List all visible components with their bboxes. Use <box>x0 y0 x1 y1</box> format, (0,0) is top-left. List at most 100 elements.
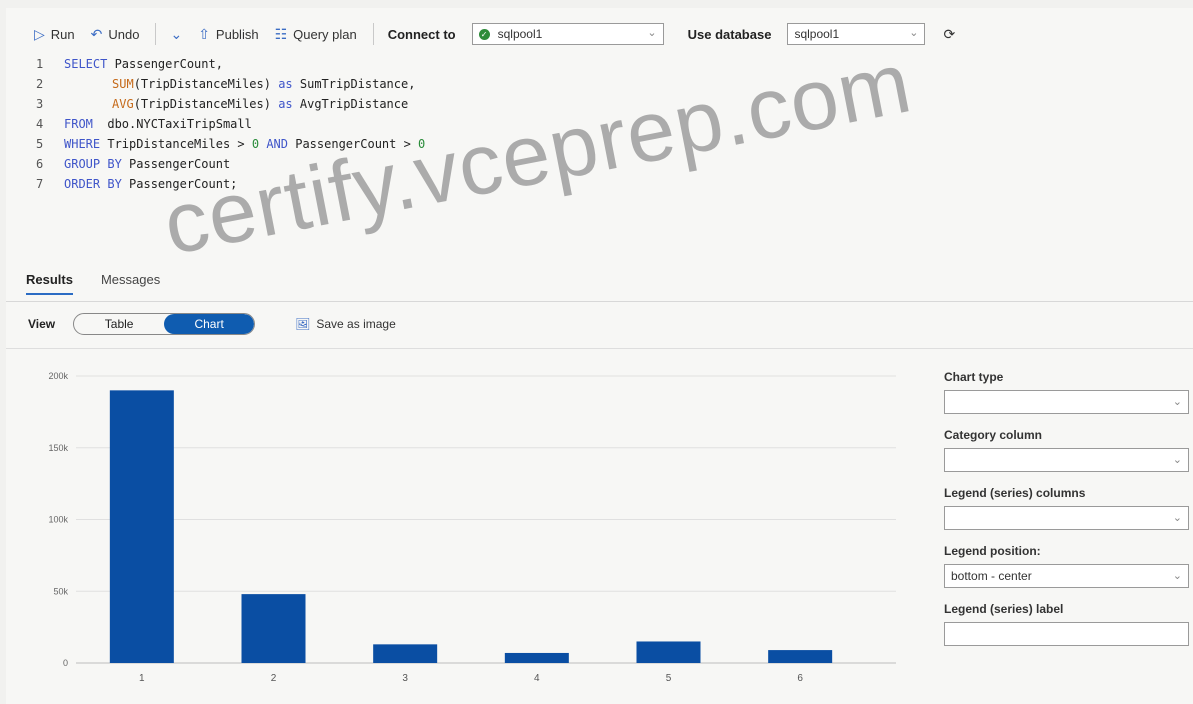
code-line: 7 ORDER BY PassengerCount; <box>36 174 425 194</box>
tab-results[interactable]: Results <box>26 272 73 295</box>
x-tick-label: 1 <box>139 673 145 684</box>
chevron-down-icon: ⌄ <box>909 27 919 39</box>
y-tick-label: 0 <box>63 658 68 668</box>
run-button[interactable]: ▷ Run <box>34 26 75 43</box>
keyword: ORDER BY <box>64 177 122 191</box>
legend-position-select[interactable]: bottom - center ⌄ <box>944 564 1189 588</box>
refresh-icon: ⟳ <box>943 25 956 42</box>
line-number: 2 <box>36 77 44 91</box>
legend-series-label-label: Legend (series) label <box>944 602 1064 616</box>
code-line: 1 SELECT PassengerCount, <box>36 54 425 74</box>
code-text: PassengerCount; <box>121 177 238 191</box>
query-plan-label: Query plan <box>293 26 357 42</box>
y-tick-label: 150k <box>48 443 68 453</box>
chevron-down-icon: ⌄ <box>1172 454 1182 466</box>
line-number: 5 <box>36 137 44 151</box>
code-text: PassengerCount, <box>107 57 223 71</box>
connect-to-label: Connect to <box>387 26 456 42</box>
table-view-button[interactable]: Table <box>74 314 164 334</box>
query-plan-icon: ☷ <box>274 25 288 42</box>
image-icon: 🖼 <box>295 317 311 331</box>
legend-series-field: Legend (series) columns ⌄ <box>944 486 1193 530</box>
chevron-down-icon: ⌄ <box>1172 396 1182 408</box>
chart-settings-panel: Chart type ⌄ Category column ⌄ Legend (s… <box>944 370 1193 660</box>
chart-type-select[interactable]: ⌄ <box>944 390 1189 414</box>
chart-view-button[interactable]: Chart <box>164 314 255 334</box>
save-as-image-label: Save as image <box>316 317 396 331</box>
publish-button[interactable]: ⇧ Publish <box>198 26 258 43</box>
chevron-down-icon: ⌄ <box>1172 570 1182 582</box>
y-tick-label: 200k <box>48 371 68 381</box>
connect-to-select[interactable]: ✓ sqlpool1 ⌄ <box>471 23 664 45</box>
results-tabs: Results Messages <box>26 272 160 295</box>
code-text: (TripDistanceMiles) <box>133 97 279 111</box>
keyword: FROM <box>64 117 93 131</box>
code-text: SumTripDistance, <box>292 77 416 91</box>
legend-position-value: bottom - center <box>951 569 1032 583</box>
line-number: 3 <box>36 97 44 111</box>
code-line: 3 AVG(TripDistanceMiles) as AvgTripDista… <box>36 94 425 114</box>
undo-label: Undo <box>108 26 140 42</box>
view-label: View <box>28 317 56 331</box>
legend-series-label-input[interactable] <box>944 622 1189 646</box>
query-toolbar: ▷ Run ↶ Undo ⌄ ⇧ Publish ☷ Query plan Co… <box>6 18 1193 50</box>
line-number: 1 <box>36 57 44 71</box>
code-line: 2 SUM(TripDistanceMiles) as SumTripDista… <box>36 74 425 94</box>
category-column-label: Category column <box>944 428 1043 442</box>
keyword: as <box>278 77 293 91</box>
code-text: AvgTripDistance <box>292 97 409 111</box>
legend-position-field: Legend position: bottom - center ⌄ <box>944 544 1193 588</box>
line-number: 7 <box>36 177 44 191</box>
bar <box>768 650 833 663</box>
category-column-select[interactable]: ⌄ <box>944 448 1189 472</box>
keyword: SELECT <box>64 57 108 71</box>
run-label: Run <box>50 26 75 42</box>
connected-check-icon: ✓ <box>478 28 490 40</box>
y-tick-label: 50k <box>53 586 68 596</box>
undo-icon: ↶ <box>90 25 103 42</box>
publish-label: Publish <box>215 26 259 42</box>
tab-messages[interactable]: Messages <box>101 272 160 295</box>
keyword: WHERE <box>64 137 101 151</box>
code-line: 6 GROUP BY PassengerCount <box>36 154 425 174</box>
divider <box>6 301 1193 302</box>
legend-series-label: Legend (series) columns <box>944 486 1086 500</box>
divider <box>6 348 1193 349</box>
x-tick-label: 5 <box>666 673 672 684</box>
query-plan-button[interactable]: ☷ Query plan <box>275 26 357 43</box>
chevron-down-icon: ⌄ <box>647 27 657 39</box>
code-text: dbo.NYCTaxiTripSmall <box>92 117 252 131</box>
code-line: 4 FROM dbo.NYCTaxiTripSmall <box>36 114 425 134</box>
toolbar-divider <box>155 23 157 45</box>
legend-series-select[interactable]: ⌄ <box>944 506 1189 530</box>
keyword: AND <box>266 137 288 151</box>
view-toggle: Table Chart <box>73 313 256 335</box>
bar <box>109 390 174 663</box>
use-database-select[interactable]: sqlpool1 ⌄ <box>787 23 926 45</box>
legend-position-label: Legend position: <box>944 544 1041 558</box>
x-tick-label: 3 <box>402 673 408 684</box>
x-tick-label: 6 <box>797 673 803 684</box>
y-tick-label: 100k <box>48 515 68 525</box>
bar <box>504 652 569 663</box>
code-line: 5 WHERE TripDistanceMiles > 0 AND Passen… <box>36 134 425 154</box>
use-database-label: Use database <box>687 26 772 42</box>
bar <box>636 641 701 663</box>
function-name: SUM <box>112 77 134 91</box>
x-tick-label: 4 <box>534 673 540 684</box>
view-toolbar: View Table Chart 🖼 Save as image <box>28 313 396 335</box>
category-column-field: Category column ⌄ <box>944 428 1193 472</box>
undo-button[interactable]: ↶ Undo <box>91 26 140 43</box>
refresh-button[interactable]: ⟳ <box>943 26 955 43</box>
bar-chart: 0 50k 100k 150k 200k 1 2 3 4 5 6 <box>48 371 896 684</box>
sql-editor[interactable]: 1 SELECT PassengerCount, 2 SUM(TripDista… <box>36 54 425 194</box>
save-as-image-button[interactable]: 🖼 Save as image <box>295 317 396 331</box>
app-frame: ▷ Run ↶ Undo ⌄ ⇧ Publish ☷ Query plan Co… <box>6 8 1193 704</box>
bar <box>241 594 306 663</box>
undo-dropdown[interactable]: ⌄ <box>170 26 182 43</box>
function-name: AVG <box>112 97 134 111</box>
chart-type-field: Chart type ⌄ <box>944 370 1193 414</box>
code-text: PassengerCount > <box>288 137 419 151</box>
keyword: as <box>278 97 293 111</box>
code-text: TripDistanceMiles > <box>100 137 252 151</box>
